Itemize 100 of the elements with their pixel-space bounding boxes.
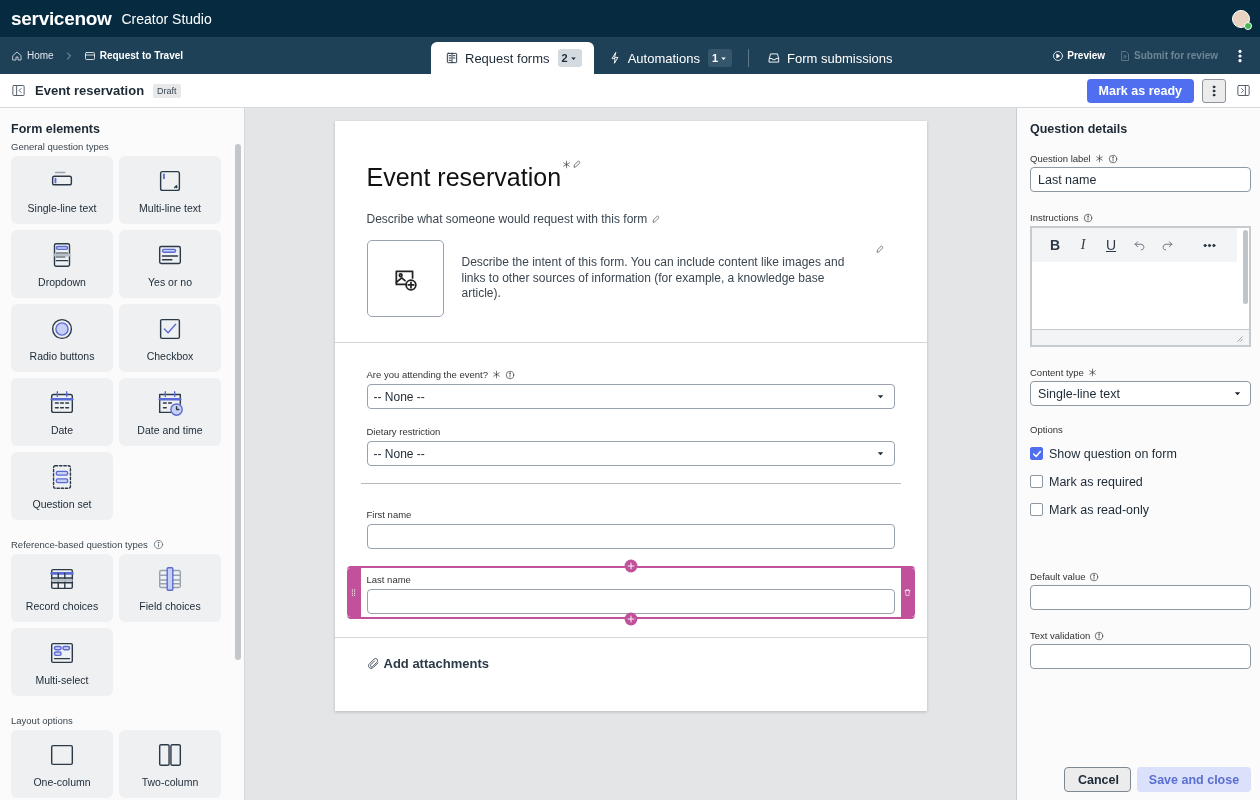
- required-icon: [492, 370, 501, 379]
- drag-handle[interactable]: [346, 568, 361, 617]
- status-dot: [1244, 21, 1252, 30]
- required-icon: [1094, 154, 1104, 163]
- resize-grip-icon[interactable]: [1235, 333, 1243, 342]
- question-label: Dietary restriction: [366, 426, 441, 437]
- window-icon: [83, 49, 96, 62]
- element-tile[interactable]: Record choices: [11, 554, 113, 622]
- section-heading: General question types: [11, 141, 109, 152]
- required-icon: [562, 160, 572, 169]
- section-heading: Layout options: [11, 715, 73, 726]
- count-dropdown[interactable]: 1: [707, 49, 733, 67]
- tab-label[interactable]: Request forms: [465, 50, 550, 66]
- checkbox-option[interactable]: Mark as read-only: [1030, 501, 1251, 518]
- document-icon: [1119, 49, 1132, 62]
- add-icon[interactable]: [623, 612, 638, 626]
- info-icon[interactable]: [1082, 212, 1093, 223]
- info-icon[interactable]: [505, 369, 515, 380]
- element-tile[interactable]: One-column: [11, 730, 113, 798]
- scrollbar[interactable]: [1243, 230, 1248, 304]
- element-tile[interactable]: Yes or no: [119, 230, 221, 298]
- add-icon[interactable]: [623, 559, 638, 573]
- select-field[interactable]: Single-line text: [1030, 381, 1251, 406]
- checkbox[interactable]: [1030, 503, 1043, 516]
- checkbox[interactable]: [1030, 475, 1043, 488]
- element-tile[interactable]: Question set: [11, 452, 113, 520]
- drag-handle-icon: [349, 588, 358, 597]
- element-tile[interactable]: Field choices: [119, 554, 221, 622]
- element-tile[interactable]: Date: [11, 378, 113, 446]
- question-label: First name: [366, 509, 412, 520]
- mark-ready-button[interactable]: Mark as ready: [1086, 78, 1194, 103]
- info-icon[interactable]: [1089, 571, 1100, 582]
- check-icon: [1031, 448, 1042, 459]
- input-field[interactable]: Last name: [1030, 167, 1251, 192]
- logo: servicenow: [11, 7, 112, 30]
- input-field[interactable]: [1030, 644, 1251, 669]
- element-tile[interactable]: Multi-select: [11, 628, 113, 696]
- count-dropdown[interactable]: 2: [557, 49, 582, 67]
- scrollbar[interactable]: [235, 144, 241, 660]
- add-attachments-link[interactable]: Add attachments: [366, 656, 895, 671]
- element-tile[interactable]: Two-column: [119, 730, 221, 798]
- pencil-icon[interactable]: [651, 214, 662, 224]
- element-tile[interactable]: Radio buttons: [11, 304, 113, 372]
- select-field[interactable]: -- None --: [366, 384, 895, 409]
- info-icon[interactable]: [1107, 153, 1118, 164]
- document-icon: [445, 51, 459, 65]
- inbox-icon: [767, 51, 782, 65]
- form-description: Describe what someone would request with this form: [366, 212, 648, 226]
- nav-action-button[interactable]: Preview: [1052, 49, 1106, 62]
- field-label: Question label: [1030, 153, 1091, 164]
- element-tile[interactable]: Checkbox: [119, 304, 221, 372]
- bold-button[interactable]: B: [1044, 234, 1066, 256]
- pencil-icon[interactable]: [874, 244, 885, 254]
- options-heading: Options: [1030, 424, 1064, 435]
- select-field[interactable]: -- None --: [366, 441, 895, 466]
- rich-text-editor[interactable]: B I U: [1030, 226, 1251, 347]
- checkbox[interactable]: [1030, 447, 1043, 460]
- info-icon[interactable]: [152, 539, 164, 550]
- checkbox-option[interactable]: Show question on form: [1030, 445, 1251, 462]
- add-image-button[interactable]: [366, 240, 444, 317]
- user-avatar[interactable]: [1232, 9, 1250, 28]
- form-intro: Describe the intent of this form. You can include content like images and links to other sources of information (for example, a knowledge base article).: [461, 255, 846, 302]
- question-label: Last name: [366, 574, 411, 585]
- section-heading: Reference-based question types: [11, 539, 148, 550]
- product-name: Creator Studio: [121, 10, 212, 27]
- home-icon: [11, 49, 23, 62]
- checkbox-option[interactable]: Mark as required: [1030, 473, 1251, 490]
- required-icon: [1087, 368, 1097, 377]
- cancel-button[interactable]: Cancel: [1064, 767, 1131, 792]
- paperclip-icon: [366, 657, 380, 670]
- element-tile[interactable]: Dropdown: [11, 230, 113, 298]
- italic-button[interactable]: I: [1072, 234, 1094, 256]
- breadcrumb-link[interactable]: Home: [11, 49, 54, 62]
- breadcrumb-link[interactable]: Request to Travel: [83, 49, 184, 62]
- element-tile[interactable]: Date and time: [119, 378, 221, 446]
- input-field[interactable]: [366, 524, 895, 549]
- input-field[interactable]: [1030, 585, 1251, 610]
- field-label: Content type: [1030, 367, 1084, 378]
- underline-button[interactable]: U: [1100, 234, 1122, 256]
- delete-handle[interactable]: [900, 568, 915, 617]
- selected-question[interactable]: Last name: [346, 566, 915, 619]
- tab-label[interactable]: Form submissions: [787, 50, 893, 66]
- form-heading: Event reservation: [366, 165, 562, 190]
- tab-label[interactable]: Automations: [627, 50, 700, 66]
- play-icon: [1052, 49, 1065, 62]
- pencil-icon[interactable]: [572, 159, 583, 169]
- question-label: Are you attending the event?: [366, 369, 488, 380]
- element-tile[interactable]: Multi-line text: [119, 156, 221, 224]
- trash-icon: [903, 588, 912, 597]
- info-icon[interactable]: [1094, 630, 1105, 641]
- tab[interactable]: Request forms 2: [431, 42, 594, 74]
- field-label: Default value: [1030, 571, 1086, 582]
- sidebar-toggle-icon[interactable]: [1236, 83, 1251, 98]
- tab[interactable]: Automations 1: [593, 42, 745, 74]
- sidebar-toggle-icon[interactable]: [11, 83, 26, 98]
- input-field[interactable]: [366, 589, 895, 614]
- field-label: Text validation: [1030, 630, 1091, 641]
- form-title: Event reservation: [35, 83, 145, 98]
- element-tile[interactable]: Single-line text: [11, 156, 113, 224]
- tab[interactable]: Form submissions: [753, 42, 905, 74]
